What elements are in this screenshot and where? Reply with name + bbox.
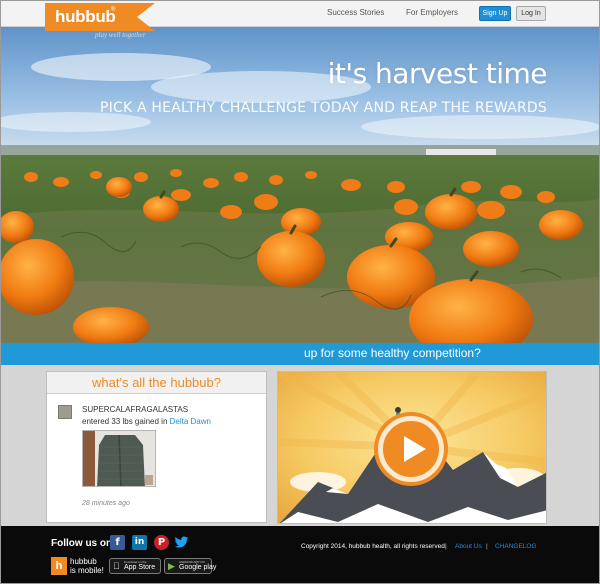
hero-headline: it's harvest time [327,57,548,90]
footer-separator: | [445,543,447,550]
follow-us-label: Follow us on: [51,538,116,549]
play-icon[interactable] [378,416,444,482]
logo-registered-mark: ® [111,7,116,13]
feed-timestamp: 28 minutes ago [82,500,130,507]
mobile-promo-text: hubbub is mobile! [70,557,104,575]
nav-for-employers[interactable]: For Employers [406,8,458,17]
hero-banner: it's harvest time PICK A HEALTHY CHALLEN… [1,27,599,343]
competition-banner-text: up for some healthy competition? [304,346,481,360]
copyright-text: Copyright 2014, hubbub health, all right… [301,543,447,550]
site-header: hubbub ® play well together Success Stor… [1,1,599,39]
mobile-promo-line2: is mobile! [70,566,104,575]
footer-separator: | [486,543,488,550]
hubbub-logo[interactable]: hubbub ® play well together [45,3,155,39]
site-footer: Follow us on: f in P h hubbub is mobile!… [1,526,599,583]
app-store-label: App Store [124,564,156,571]
mobile-promo-line1: hubbub [70,557,97,566]
nav-success-stories[interactable]: Success Stories [327,8,384,17]
feed-entry-action: entered 33 lbs gained in [82,417,170,426]
user-avatar[interactable] [58,405,72,419]
hubbub-mobile-icon: h [51,557,67,575]
about-us-link[interactable]: About Us [455,543,482,550]
challenge-link[interactable]: Delta Dawn [170,417,211,426]
feed-photo-thumbnail[interactable] [82,430,156,487]
google-play-button[interactable]: ▶ ANDROID APP ON Google play [164,558,216,574]
activity-feed-panel: what's all the hubbub? SUPERCALAFRAGALAS… [46,371,267,523]
competition-banner: up for some healthy competition? [1,343,599,365]
apple-icon:  [113,561,120,571]
feed-username[interactable]: SUPERCALAFRAGALASTAS [82,405,188,414]
page: hubbub ® play well together Success Stor… [0,0,600,584]
logo-tagline: play well together [95,31,146,39]
changelog-link[interactable]: CHANGELOG [495,543,537,550]
facebook-icon[interactable]: f [110,535,125,550]
activity-feed-title: what's all the hubbub? [47,372,266,394]
google-play-label: Google play [179,564,217,571]
log-in-button[interactable]: Log In [516,6,546,21]
promo-video-player[interactable] [277,371,547,524]
jacket-photo [83,431,155,486]
google-play-icon: ▶ [168,561,175,571]
play-triangle [404,436,426,462]
hero-subheadline: PICK A HEALTHY CHALLENGE TODAY AND REAP … [100,100,547,116]
linkedin-icon[interactable]: in [132,535,147,550]
twitter-icon[interactable] [174,535,189,550]
sign-up-button[interactable]: Sign Up [479,6,511,21]
feed-entry-text: entered 33 lbs gained in Delta Dawn [82,417,211,426]
logo-wordmark: hubbub [55,7,116,26]
twitter-bird-glyph [174,536,189,548]
pinterest-icon[interactable]: P [154,535,169,550]
content-area: what's all the hubbub? SUPERCALAFRAGALAS… [1,365,599,526]
app-store-button[interactable]:  Download on the App Store [109,558,161,574]
